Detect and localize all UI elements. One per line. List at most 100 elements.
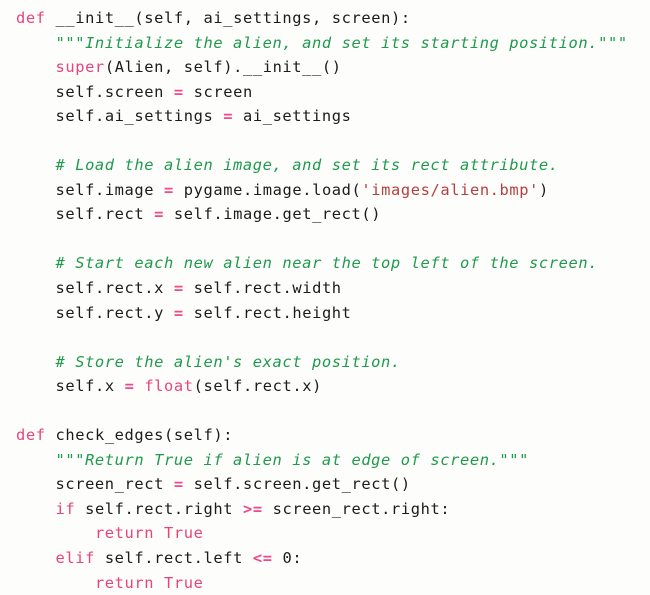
- code-token-name: x: [302, 377, 313, 396]
- code-line: super(Alien, self).__init__(): [0, 55, 650, 80]
- code-token-op: =: [173, 303, 184, 322]
- code-token-name: self: [193, 303, 234, 322]
- code-token-kw: return: [94, 573, 155, 592]
- code-token-name: rect: [134, 499, 174, 518]
- code-token-name: self: [55, 180, 95, 199]
- code-token-punct: .: [233, 475, 243, 494]
- code-line: # Store the alien's exact position.: [0, 350, 650, 375]
- code-token-op: =: [173, 82, 184, 101]
- code-token-str: 'images/alien.bmp': [361, 180, 540, 199]
- code-token-name: rect: [104, 279, 145, 298]
- code-token-punct: .: [282, 279, 293, 298]
- code-token-name: self: [55, 279, 95, 298]
- code-token-name: screen: [193, 82, 253, 101]
- code-token-punct: ,: [312, 9, 332, 27]
- code-token-punct: .: [302, 475, 313, 494]
- code-token-op: <=: [252, 549, 273, 568]
- code-token-name: x: [104, 377, 115, 396]
- code-token-op: =: [173, 475, 184, 494]
- code-line: self.rect.x = self.rect.width: [0, 276, 650, 301]
- code-token-name: rect: [154, 549, 194, 568]
- code-token-punct: .: [233, 303, 243, 322]
- code-token-name: screen: [242, 475, 303, 494]
- code-token-name: rect: [104, 205, 145, 224]
- code-token-name: check_edges: [55, 426, 165, 445]
- code-token-name: right: [391, 499, 441, 518]
- code-token-name: self: [55, 205, 95, 224]
- code-token-punct: .: [282, 303, 293, 322]
- code-token-punct: .: [94, 279, 105, 298]
- code-token-punct: .: [144, 303, 155, 322]
- code-line: self.rect = self.image.get_rect(): [0, 202, 650, 227]
- code-token-punct: .: [173, 499, 184, 518]
- code-token-kw: return: [94, 524, 155, 543]
- code-token-name: screen: [104, 82, 165, 101]
- code-token-punct: .: [144, 549, 155, 568]
- code-token-name: self: [193, 475, 234, 494]
- code-token-punct: .: [213, 205, 224, 224]
- code-token-name: left: [203, 549, 243, 568]
- code-token-name: image: [223, 205, 273, 224]
- code-token-punct: :: [292, 549, 303, 568]
- code-token-builtin: float: [144, 377, 194, 396]
- code-token-num: 0: [282, 549, 293, 568]
- code-token-builtin: super: [55, 58, 105, 77]
- code-token-name: right: [183, 499, 234, 518]
- code-token-punct: .: [242, 180, 253, 199]
- code-line: self.screen = screen: [0, 80, 650, 105]
- code-token-punct: ,: [183, 9, 204, 27]
- code-token-name: rect: [243, 303, 283, 322]
- code-token-punct: .: [124, 499, 135, 518]
- code-token-punct: .: [94, 180, 105, 199]
- code-line: """Initialize the alien, and set its sta…: [0, 31, 650, 56]
- code-token-punct: ): [539, 180, 549, 199]
- code-line: # Load the alien image, and set its rect…: [0, 153, 650, 178]
- code-token-name: screen_rect: [55, 475, 164, 494]
- code-line: def __init__(self, ai_settings, screen):: [0, 6, 650, 31]
- code-token-name: self: [55, 303, 95, 322]
- code-token-name: width: [292, 279, 342, 298]
- code-token-comment: # Load the alien image, and set its rect…: [55, 156, 559, 175]
- code-token-comment: # Store the alien's exact position.: [55, 352, 401, 371]
- code-token-kw: True: [164, 573, 204, 592]
- code-line: return True: [0, 571, 650, 595]
- code-token-punct: (: [134, 9, 145, 27]
- code-token-name: self: [203, 377, 243, 396]
- code-token-name: self: [55, 377, 95, 396]
- code-line: if self.rect.right >= screen_rect.right:: [0, 497, 650, 522]
- code-token-name: self: [55, 82, 95, 101]
- code-token-name: rect: [252, 377, 293, 396]
- code-token-punct: .: [94, 107, 105, 126]
- code-token-name: get_rect: [282, 205, 362, 224]
- code-token-name: __init__: [242, 58, 322, 77]
- code-token-kw: def: [16, 426, 46, 445]
- code-token-name: x: [154, 279, 165, 298]
- code-token-op: >=: [242, 499, 263, 518]
- code-line: self.rect.y = self.rect.height: [0, 301, 650, 326]
- code-token-punct: ):: [390, 9, 411, 27]
- code-line: self.ai_settings = ai_settings: [0, 104, 650, 129]
- code-token-punct: .: [272, 205, 283, 224]
- code-token-punct: .: [233, 279, 243, 298]
